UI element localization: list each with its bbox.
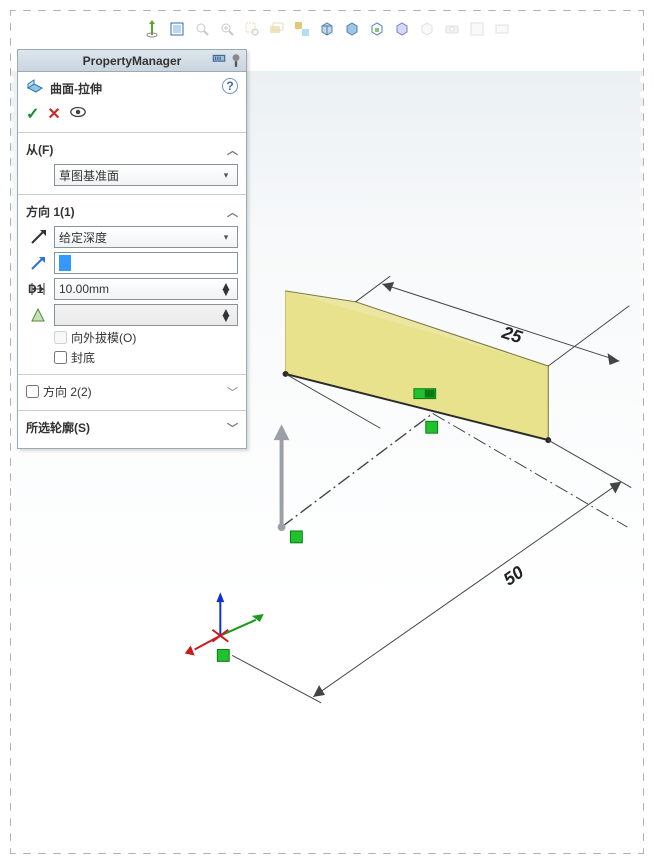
tb-zoom-icon[interactable] [216, 18, 238, 40]
ok-button[interactable]: ✓ [26, 104, 39, 124]
draft-outward-checkbox: 向外拔模(O) [54, 329, 238, 346]
dim25-value: 25 [499, 322, 526, 348]
dropdown-icon: ▾ [219, 234, 233, 240]
from-value: 草图基准面 [59, 167, 119, 184]
tb-zoom-area-icon[interactable] [241, 18, 263, 40]
dim50-value: 50 [500, 562, 528, 590]
tb-scene-icon[interactable] [416, 18, 438, 40]
depth-icon: D1 [26, 278, 50, 300]
dropdown-icon: ▾ [219, 172, 233, 178]
end-condition-value: 给定深度 [59, 229, 107, 246]
dir2-enable-checkbox[interactable] [26, 385, 39, 398]
feature-name: 曲面-拉伸 [50, 80, 102, 97]
spinner-icon[interactable]: ▲▼ [219, 283, 233, 295]
tb-camera-icon[interactable] [441, 18, 463, 40]
property-manager-panel: PropertyManager 曲面-拉伸 ? ✓ ✕ 从(F) [17, 49, 247, 449]
tb-fit-icon[interactable] [191, 18, 213, 40]
section-dir1-header[interactable]: 方向 1(1) ︿ [26, 201, 238, 222]
draft-icon[interactable] [26, 304, 50, 326]
dir2-label: 方向 2(2) [43, 383, 92, 400]
depth-value: 10.00mm [59, 282, 109, 296]
tb-section-icon[interactable] [391, 18, 413, 40]
depth-input[interactable]: 10.00mm ▲▼ [54, 278, 238, 300]
dir1-label: 方向 1(1) [26, 203, 75, 220]
pm-title: PropertyManager [83, 54, 182, 68]
draft-angle-input[interactable]: ▲▼ [54, 304, 238, 326]
tb-pan-icon[interactable] [266, 18, 288, 40]
pm-pushpin-icon[interactable] [228, 52, 244, 68]
help-icon[interactable]: ? [222, 78, 238, 94]
surface-extrude-icon [26, 78, 44, 99]
section-contours-header[interactable]: 所选轮廓(S) ﹀ [26, 417, 238, 438]
tb-more-icon[interactable] [491, 18, 513, 40]
chevron-down-icon: ﹀ [227, 384, 238, 400]
tb-orientation-icon[interactable] [166, 18, 188, 40]
cancel-button[interactable]: ✕ [47, 104, 60, 124]
tb-plane-indicator-icon[interactable] [141, 18, 163, 40]
direction-vector-icon[interactable] [26, 252, 50, 274]
origin-triad [185, 592, 264, 655]
pm-header[interactable]: PropertyManager [18, 50, 246, 72]
chevron-up-icon: ︿ [227, 204, 238, 220]
cap-end-checkbox[interactable]: 封底 [54, 349, 238, 366]
tb-render-icon[interactable] [466, 18, 488, 40]
tb-draft-icon[interactable] [366, 18, 388, 40]
view-toolbar [11, 15, 643, 43]
chevron-up-icon: ︿ [227, 142, 238, 158]
section-dir2-header[interactable]: 方向 2(2) ﹀ [26, 381, 238, 402]
direction-handle[interactable] [274, 424, 290, 531]
tb-rotate-icon[interactable] [291, 18, 313, 40]
reverse-direction-icon[interactable] [26, 226, 50, 248]
tb-view-orientation-icon[interactable] [316, 18, 338, 40]
from-label: 从(F) [26, 141, 53, 158]
pm-pin-icon[interactable] [211, 52, 227, 68]
end-condition-select[interactable]: 给定深度 ▾ [54, 226, 238, 248]
spinner-icon[interactable]: ▲▼ [219, 309, 233, 321]
chevron-down-icon: ﹀ [227, 420, 238, 436]
from-select[interactable]: 草图基准面 ▾ [54, 164, 238, 186]
tb-display-style-icon[interactable] [341, 18, 363, 40]
contours-label: 所选轮廓(S) [26, 419, 90, 436]
dimension-50[interactable]: 50 [195, 374, 632, 774]
direction-ref-input[interactable] [54, 252, 238, 274]
detailed-preview-icon[interactable] [69, 103, 87, 124]
section-from-header[interactable]: 从(F) ︿ [26, 139, 238, 160]
